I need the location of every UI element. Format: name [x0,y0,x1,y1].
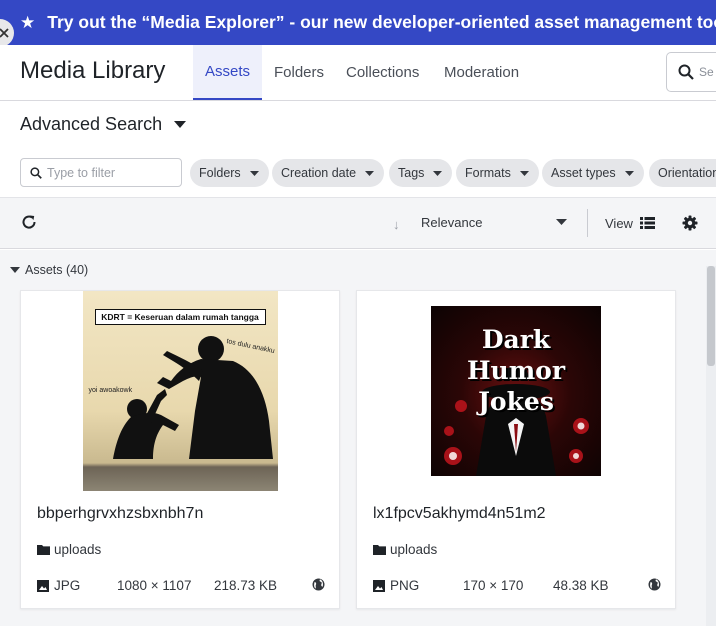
list-view-icon[interactable] [640,217,655,229]
toolbar-divider [587,209,588,237]
chip-label: Creation date [281,166,357,180]
asset-dimensions: 1080 × 1107 [117,578,192,593]
scrollbar-thumb[interactable] [707,266,715,366]
caret-down-icon [249,170,259,176]
tab-label: Collections [346,64,420,81]
filter-chip-asset-types[interactable]: Asset types [542,159,644,187]
asset-dimensions: 170 × 170 [463,578,524,593]
chip-label: Orientation [658,166,716,180]
search-icon [678,64,694,80]
asset-format: PNG [373,578,419,593]
asset-image: KDRT = Keseruan dalam rumah tangga tos d… [82,291,278,491]
tab-label: Folders [274,64,325,81]
tab-collections[interactable]: Collections [334,45,431,100]
thumbnail-title-line: Dark Humor [466,325,566,385]
asset-folder[interactable]: uploads [37,542,101,557]
format-label: JPG [54,578,81,593]
assets-group-label: Assets (40) [25,263,89,277]
results-area: Assets (40) KDRT = Keseruan dalam rumah [0,250,716,626]
format-label: PNG [390,578,420,593]
announcement-banner[interactable]: ★ Try out the “Media Explorer” - our new… [0,0,716,45]
folder-label: uploads [390,542,438,557]
globe-icon [312,578,325,591]
close-icon [0,28,9,38]
filter-input[interactable]: Type to filter [20,158,182,187]
caret-down-icon [174,121,187,128]
caret-down-icon [519,170,529,176]
asset-card[interactable]: Dark Humor Jokes lx1fpcv5akhymd4n51m2 up… [356,290,676,609]
assets-group-toggle[interactable]: Assets (40) [10,263,88,277]
asset-thumbnail[interactable]: Dark Humor Jokes [357,291,675,491]
asset-meta: PNG 170 × 170 48.38 KB [373,578,661,594]
tab-moderation[interactable]: Moderation [432,45,531,100]
filter-chip-formats[interactable]: Formats [456,159,539,187]
global-search-input[interactable]: Se [666,52,716,92]
refresh-icon[interactable] [20,213,38,231]
caret-down-icon[interactable] [556,219,567,225]
asset-meta: JPG 1080 × 1107 218.73 KB [37,578,325,594]
sort-direction-icon[interactable]: ↓ [393,217,400,232]
asset-size: 218.73 KB [214,578,278,593]
gear-icon[interactable] [682,215,698,231]
chip-label: Asset types [551,166,616,180]
folder-icon [37,545,50,555]
thumbnail-title: Dark Humor Jokes [431,324,601,417]
search-icon [30,166,42,179]
filter-placeholder: Type to filter [47,165,116,180]
chip-label: Formats [465,166,511,180]
filter-chip-tags[interactable]: Tags [389,159,453,187]
asset-folder[interactable]: uploads [373,542,437,557]
results-toolbar: ↓ Relevance View [0,197,716,249]
advanced-search-label: Advanced Search [20,114,163,134]
filter-chip-folders[interactable]: Folders [190,159,269,187]
filter-chip-creation-date[interactable]: Creation date [272,159,385,187]
tab-folders[interactable]: Folders [262,45,336,100]
thumbnail-title-line: Jokes [478,387,554,416]
sort-select[interactable]: Relevance [421,215,482,230]
filter-chip-orientation[interactable]: Orientation [649,159,716,187]
caret-down-icon [433,170,443,176]
chip-label: Tags [398,166,425,180]
asset-name[interactable]: bbperhgrvxhzsbxnbh7n [37,505,203,523]
view-label[interactable]: View [605,216,633,231]
app-header: Media Library Assets Folders Collections… [0,45,716,101]
globe-icon [648,578,661,591]
tab-label: Assets [205,63,251,80]
caret-down-icon [10,267,20,273]
folder-label: uploads [54,542,102,557]
asset-card[interactable]: KDRT = Keseruan dalam rumah tangga tos d… [20,290,340,609]
asset-size: 48.38 KB [553,578,609,593]
app-title: Media Library [20,57,166,84]
banner-text[interactable]: Try out the “Media Explorer” - our new d… [47,12,716,33]
asset-thumbnail[interactable]: KDRT = Keseruan dalam rumah tangga tos d… [21,291,339,491]
search-placeholder: Se [699,65,714,79]
asset-format: JPG [37,578,80,593]
advanced-search-toggle[interactable]: Advanced Search [20,114,187,135]
caret-down-icon [624,170,634,176]
tab-assets[interactable]: Assets [193,45,262,100]
image-icon [373,579,385,592]
tab-label: Moderation [444,64,520,81]
folder-icon [373,545,386,555]
scrollbar[interactable] [706,266,716,626]
image-icon [37,579,49,592]
star-icon: ★ [20,13,36,32]
asset-image: Dark Humor Jokes [431,306,601,476]
asset-name[interactable]: lx1fpcv5akhymd4n51m2 [373,505,546,523]
thumbnail-caption: KDRT = Keseruan dalam rumah tangga [94,309,266,325]
chip-label: Folders [199,166,241,180]
thumbnail-text: yoi awoakowk [88,387,133,394]
caret-down-icon [365,170,375,176]
